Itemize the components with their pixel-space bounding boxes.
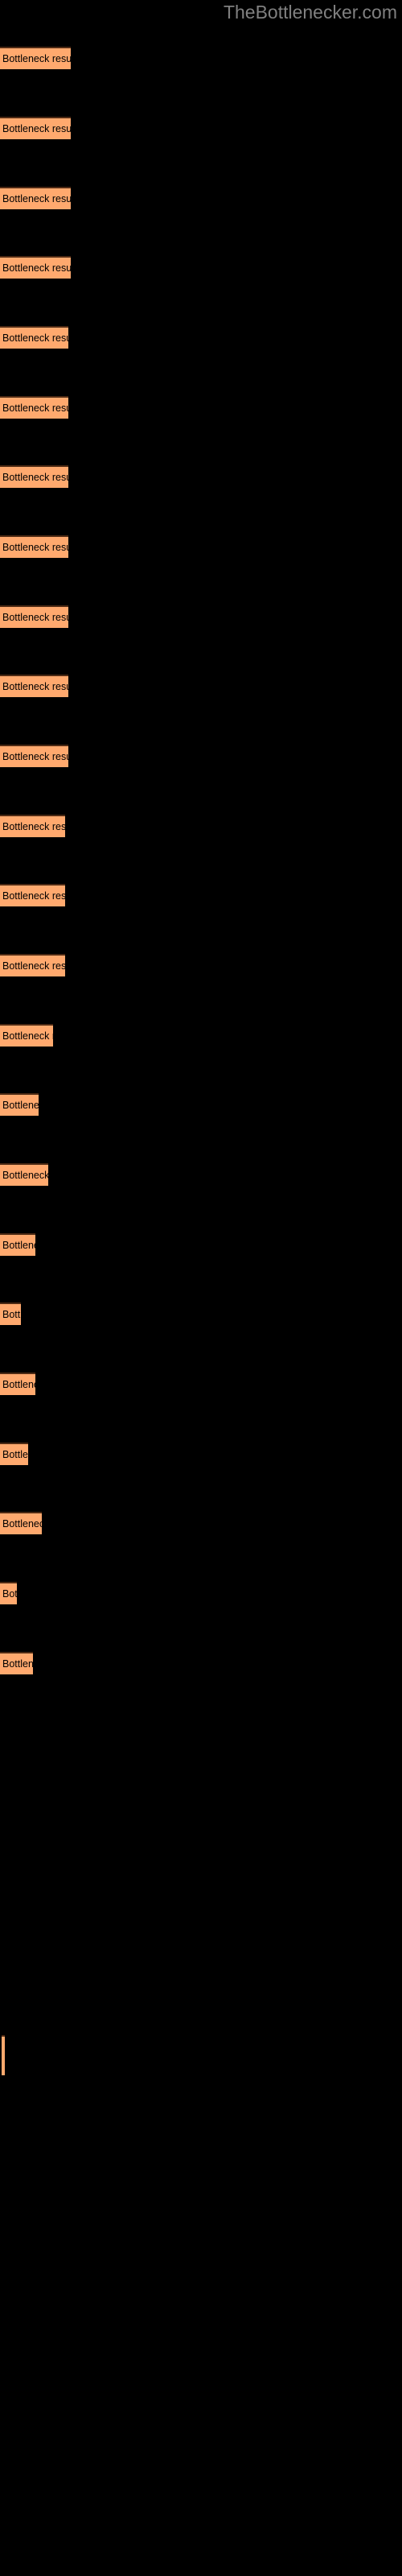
bar-label: Bottleneck result	[2, 890, 65, 902]
chart-bar[interactable]: Bottleneck result	[0, 1093, 39, 1116]
chart-bar[interactable]: Bottleneck result	[0, 1443, 28, 1465]
bar-label: Bottleneck result	[2, 262, 71, 274]
chart-bar[interactable]: Bottleneck result	[0, 47, 71, 69]
bar-label: Bottleneck result	[2, 1030, 53, 1042]
bar-label: Bottleneck result	[2, 1379, 35, 1390]
bar-label: Bottleneck result	[2, 612, 68, 623]
chart-bar[interactable]: Bottleneck result	[0, 884, 65, 906]
bar-label: Bottleneck result	[2, 193, 71, 204]
bottleneck-bar-chart: Bottleneck result Bottleneck result Bott…	[0, 0, 402, 2576]
chart-bar-sliver[interactable]	[2, 2035, 5, 2075]
chart-bar[interactable]: Bottleneck result	[0, 745, 68, 767]
bar-label: Bottleneck result	[2, 821, 65, 832]
chart-bar[interactable]: Bottleneck result	[0, 535, 68, 558]
bar-label: Bottleneck result	[2, 1100, 39, 1111]
bar-label: Bottleneck result	[2, 1449, 28, 1460]
bar-label: Bottleneck result	[2, 1588, 17, 1600]
chart-bar[interactable]: Bottleneck result	[0, 605, 68, 628]
bar-label: Bottleneck result	[2, 472, 68, 483]
bar-label: Bottleneck result	[2, 542, 68, 553]
chart-bar[interactable]: Bottleneck result	[0, 1652, 33, 1674]
chart-bar[interactable]: Bottleneck result	[0, 326, 68, 349]
chart-bar[interactable]: Bottleneck result	[0, 187, 71, 209]
bar-label: Bottleneck result	[2, 402, 68, 414]
chart-bar[interactable]: Bottleneck result	[0, 465, 68, 488]
chart-bar[interactable]: Bottleneck result	[0, 117, 71, 139]
bar-label: Bottleneck result	[2, 1309, 21, 1320]
bar-label: Bottleneck result	[2, 1240, 35, 1251]
chart-bar[interactable]: Bottleneck result	[0, 1024, 53, 1046]
bar-label: Bottleneck result	[2, 1170, 48, 1181]
chart-bar[interactable]: Bottleneck result	[0, 1373, 35, 1395]
chart-bar[interactable]: Bottleneck result	[0, 256, 71, 279]
chart-bar[interactable]: Bottleneck result	[0, 954, 65, 976]
bar-label: Bottleneck result	[2, 123, 71, 134]
bar-label: Bottleneck result	[2, 1518, 42, 1530]
bar-label: Bottleneck result	[2, 751, 68, 762]
bar-label: Bottleneck result	[2, 53, 71, 64]
chart-bar[interactable]: Bottleneck result	[0, 1163, 48, 1186]
chart-bar[interactable]: Bottleneck result	[0, 1512, 42, 1534]
chart-bar[interactable]: Bottleneck result	[0, 396, 68, 419]
chart-bar[interactable]: Bottleneck result	[0, 815, 65, 837]
chart-bar[interactable]: Bottleneck result	[0, 1233, 35, 1256]
bar-label: Bottleneck result	[2, 960, 65, 972]
bar-label: Bottleneck result	[2, 332, 68, 344]
chart-bar[interactable]: Bottleneck result	[0, 675, 68, 697]
bar-label: Bottleneck result	[2, 681, 68, 692]
chart-bar[interactable]: Bottleneck result	[0, 1582, 17, 1604]
chart-bar[interactable]: Bottleneck result	[0, 1302, 21, 1325]
bar-label: Bottleneck result	[2, 1658, 33, 1670]
